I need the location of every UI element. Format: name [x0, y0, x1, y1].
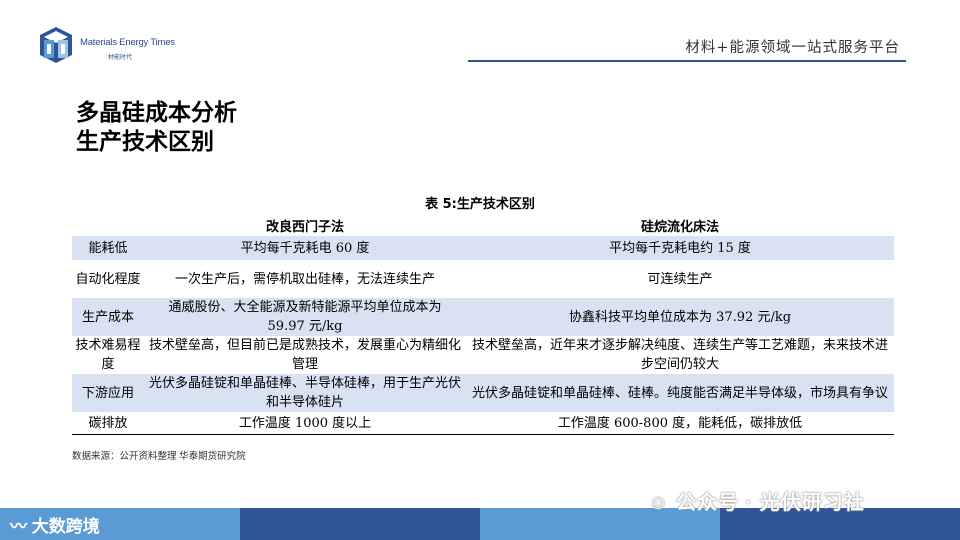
comparison-table: 改良西门子法 硅烷流化床法 能耗低 平均每千克耗电 60 度 平均每千克耗电约 … — [72, 214, 894, 435]
watermark-logo-icon: 〰 — [10, 517, 32, 536]
table-header-cell: 硅烷流化床法 — [640, 219, 719, 235]
table-cell: 光伏多晶硅锭和单晶硅棒、半导体硅棒，用于生产光伏和半导体硅片 — [144, 374, 466, 412]
table-cell: 光伏多晶硅锭和单晶硅棒、硅棒。纯度能否满足半导体级，市场具有争议 — [466, 374, 894, 412]
brand-subtitle: 材能时代 — [108, 55, 133, 61]
table-row: 生产成本 通威股份、大全能源及新特能源平均单位成本为 59.97 元/kg 协鑫… — [72, 298, 894, 336]
table-row: 自动化程度 一次生产后，需停机取出硅棒，无法连续生产 可连续生产 — [72, 260, 894, 298]
table-cell: 可连续生产 — [647, 271, 713, 287]
slide-title: 多晶硅成本分析 生产技术区别 — [76, 98, 237, 156]
watermark-left: 〰 大数跨境 — [10, 512, 100, 537]
table-row: 技术难易程度 技术壁垒高，但目前已是成熟技术，发展重心为精细化管理 技术壁垒高，… — [72, 336, 894, 374]
header-tagline: 材料+能源领域一站式服务平台 — [685, 40, 900, 56]
brand-logo-icon — [40, 27, 72, 63]
table-cell: 一次生产后，需停机取出硅棒，无法连续生产 — [174, 271, 435, 287]
source-note: 数据来源：公开资料整理 华泰期货研究院 — [72, 451, 246, 462]
slide-title-line1: 多晶硅成本分析 — [76, 99, 237, 126]
table-header-cell: 改良西门子法 — [265, 219, 344, 235]
table-row: 能耗低 平均每千克耗电 60 度 平均每千克耗电约 15 度 — [72, 236, 894, 260]
table-cell: 通威股份、大全能源及新特能源平均单位成本为 59.97 元/kg — [144, 298, 466, 336]
table-cell: 技术壁垒高，近年来才逐步解决纯度、连续生产等工艺难题，未来技术进步空间仍较大 — [471, 338, 888, 372]
watermark-left-text: 大数跨境 — [31, 517, 100, 536]
table-cell: 平均每千克耗电 60 度 — [144, 236, 466, 260]
row-label: 碳排放 — [72, 412, 144, 435]
table-header-cell — [72, 214, 144, 236]
table-cell: 工作温度 1000 度以上 — [144, 412, 466, 435]
table-cell: 协鑫科技平均单位成本为 37.92 元/kg — [466, 298, 894, 336]
table-cell: 技术壁垒高，但目前已是成熟技术，发展重心为精细化管理 — [148, 338, 461, 372]
watermark-right-text: 公众号 · 光伏研习社 — [675, 492, 865, 514]
row-label: 能耗低 — [72, 236, 144, 260]
watermark-right: ☺ 公众号 · 光伏研习社 — [648, 486, 865, 515]
brand-name: Materials Energy Times — [80, 37, 175, 48]
table-row: 碳排放 工作温度 1000 度以上 工作温度 600-800 度，能耗低，碳排放… — [72, 412, 894, 435]
row-label: 生产成本 — [72, 298, 144, 336]
table-caption: 表 5:生产技术区别 — [425, 197, 535, 212]
table-row: 下游应用 光伏多晶硅锭和单晶硅棒、半导体硅棒，用于生产光伏和半导体硅片 光伏多晶… — [72, 374, 894, 412]
table-cell: 工作温度 600-800 度，能耗低，碳排放低 — [466, 412, 894, 435]
header-divider — [468, 60, 906, 62]
wechat-icon: ☺ — [648, 492, 676, 514]
table-header-row: 改良西门子法 硅烷流化床法 — [72, 214, 894, 236]
row-label: 下游应用 — [72, 374, 144, 412]
row-label: 技术难易程度 — [75, 338, 141, 372]
slide-title-line2: 生产技术区别 — [76, 128, 214, 155]
footer-segment — [240, 508, 480, 540]
table-cell: 平均每千克耗电约 15 度 — [466, 236, 894, 260]
row-label: 自动化程度 — [75, 271, 141, 287]
